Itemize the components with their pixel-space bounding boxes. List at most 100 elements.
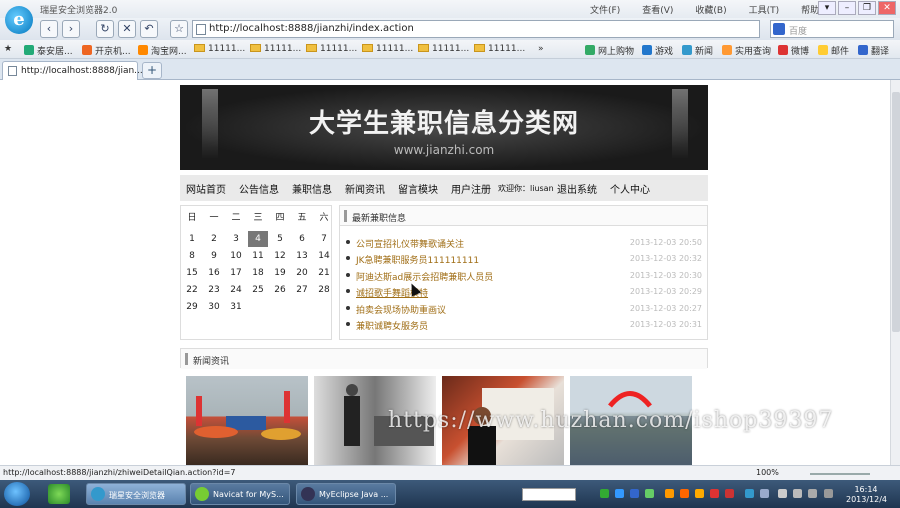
favorite-link[interactable]: 新闻: [682, 44, 713, 57]
favorite-folder[interactable]: 11111...: [418, 44, 469, 54]
job-title-link[interactable]: 阿迪达斯ad展示会招聘兼职人员员: [356, 270, 493, 283]
nav-jobs[interactable]: 兼职信息: [292, 181, 332, 196]
flag-icon[interactable]: [808, 489, 817, 498]
search-engine-icon[interactable]: [773, 23, 785, 35]
calendar-day[interactable]: 2: [204, 231, 224, 247]
calendar-day[interactable]: 27: [292, 282, 312, 298]
favorite-link[interactable]: 泰安居...: [24, 44, 73, 57]
nav-news[interactable]: 新闻资讯: [345, 181, 385, 196]
calendar-day[interactable]: 13: [292, 248, 312, 264]
new-tab-button[interactable]: +: [142, 62, 162, 79]
calendar-day[interactable]: 20: [292, 265, 312, 281]
tray-input[interactable]: [522, 488, 576, 501]
tray-icon[interactable]: [745, 489, 754, 498]
menu-view[interactable]: 查看(V): [642, 3, 673, 16]
quick-launch-icon[interactable]: [48, 484, 70, 504]
calendar-day[interactable]: 5: [270, 231, 290, 247]
nav-personal-center[interactable]: 个人中心: [610, 181, 650, 196]
calendar-day[interactable]: 7: [314, 231, 334, 247]
restore-button[interactable]: ❐: [858, 1, 876, 15]
calendar-day[interactable]: 8: [182, 248, 202, 264]
tray-icon[interactable]: [615, 489, 624, 498]
job-title-link[interactable]: JK急聘兼职服务员111111111: [356, 253, 479, 266]
favorite-link[interactable]: 淘宝网...: [138, 44, 187, 57]
favorite-link[interactable]: 实用查询: [722, 44, 771, 57]
calendar-day[interactable]: 12: [270, 248, 290, 264]
refresh-button[interactable]: ↻: [96, 20, 114, 38]
tray-icon[interactable]: [630, 489, 639, 498]
calendar-day[interactable]: 23: [204, 282, 224, 298]
job-list-item[interactable]: 阿迪达斯ad展示会招聘兼职人员员 2013-12-03 20:30: [346, 268, 704, 284]
favorite-link[interactable]: 网上购物: [585, 44, 634, 57]
taskbar-item-navicat[interactable]: Navicat for MyS...: [190, 483, 290, 505]
vertical-scrollbar[interactable]: [890, 80, 900, 465]
nav-announcements[interactable]: 公告信息: [239, 181, 279, 196]
tray-icon[interactable]: [824, 489, 833, 498]
undo-button[interactable]: ↶: [140, 20, 158, 38]
skin-icon[interactable]: ▾: [818, 1, 836, 15]
zoom-slider[interactable]: [810, 473, 870, 475]
job-list-item[interactable]: 拍卖会现场协助重画议 2013-12-03 20:27: [346, 301, 704, 317]
job-title-link[interactable]: 公司宣招礼仪带舞歌诵关注: [356, 237, 464, 250]
calendar-day[interactable]: 17: [226, 265, 246, 281]
job-list-item[interactable]: 兼职诚聘女服务员 2013-12-03 20:31: [346, 317, 704, 333]
favorite-folder[interactable]: 11111...: [194, 44, 245, 54]
favorite-folder[interactable]: 11111...: [250, 44, 301, 54]
nav-messages[interactable]: 留言模块: [398, 181, 438, 196]
calendar-day[interactable]: 29: [182, 299, 202, 315]
tab-current[interactable]: http://localhost:8888/jian...: [2, 61, 143, 80]
calendar-day[interactable]: 22: [182, 282, 202, 298]
favorite-link[interactable]: 微博: [778, 44, 809, 57]
favorite-folder[interactable]: 11111...: [474, 44, 525, 54]
start-button[interactable]: [4, 482, 30, 506]
calendar-day[interactable]: 24: [226, 282, 246, 298]
calendar-day[interactable]: 10: [226, 248, 246, 264]
minimize-button[interactable]: –: [838, 1, 856, 15]
taskbar-item-browser[interactable]: 瑞星安全浏览器: [86, 483, 186, 505]
address-url[interactable]: http://localhost:8888/jianzhi/index.acti…: [209, 23, 414, 34]
calendar-day[interactable]: 9: [204, 248, 224, 264]
menu-favorites[interactable]: 收藏(B): [695, 3, 726, 16]
menu-tools[interactable]: 工具(T): [749, 3, 780, 16]
job-title-link[interactable]: 兼职诚聘女服务员: [356, 319, 428, 332]
tray-icon[interactable]: [600, 489, 609, 498]
qq-icon[interactable]: [695, 489, 704, 498]
search-box[interactable]: 百度: [770, 20, 894, 38]
qq-icon[interactable]: [680, 489, 689, 498]
nav-home[interactable]: 网站首页: [186, 181, 226, 196]
calendar-day[interactable]: 16: [204, 265, 224, 281]
calendar-day[interactable]: 6: [292, 231, 312, 247]
favorite-link[interactable]: 翻译: [858, 44, 889, 57]
browser-logo-icon[interactable]: e: [5, 6, 33, 34]
nav-logout[interactable]: 退出系统: [557, 181, 597, 196]
calendar-day[interactable]: 31: [226, 299, 246, 315]
calendar-day[interactable]: 30: [204, 299, 224, 315]
calendar-day[interactable]: 1: [182, 231, 202, 247]
calendar-day-today[interactable]: 4: [248, 231, 268, 247]
calendar-day[interactable]: 15: [182, 265, 202, 281]
tray-icon[interactable]: [725, 489, 734, 498]
menu-file[interactable]: 文件(F): [590, 3, 620, 16]
job-title-link[interactable]: 拍卖会现场协助重画议: [356, 303, 446, 316]
calendar-day[interactable]: 19: [270, 265, 290, 281]
calendar-day[interactable]: 21: [314, 265, 334, 281]
volume-icon[interactable]: [793, 489, 802, 498]
address-bar[interactable]: http://localhost:8888/jianzhi/index.acti…: [192, 20, 760, 38]
favorite-link[interactable]: 开京机...: [82, 44, 131, 57]
close-button[interactable]: ✕: [878, 1, 896, 15]
favorites-star-icon[interactable]: ★: [4, 44, 12, 54]
zoom-level[interactable]: 100%: [756, 468, 779, 477]
favorite-link[interactable]: 邮件: [818, 44, 849, 57]
system-clock[interactable]: 16:14 2013/12/4: [846, 485, 887, 505]
photo-crowd-icon[interactable]: [186, 376, 308, 465]
back-button[interactable]: ‹: [40, 20, 58, 38]
favorite-star-icon[interactable]: ☆: [170, 20, 188, 38]
stop-button[interactable]: ✕: [118, 20, 136, 38]
job-list-item[interactable]: 诚招歌手舞蹈模特 2013-12-03 20:29: [346, 284, 704, 300]
forward-button[interactable]: ›: [62, 20, 80, 38]
favorite-folder[interactable]: 11111...: [306, 44, 357, 54]
tray-icon[interactable]: [710, 489, 719, 498]
job-list-item[interactable]: 公司宣招礼仪带舞歌诵关注 2013-12-03 20:50: [346, 235, 704, 251]
network-icon[interactable]: [778, 489, 787, 498]
favorites-more[interactable]: »: [538, 44, 544, 54]
